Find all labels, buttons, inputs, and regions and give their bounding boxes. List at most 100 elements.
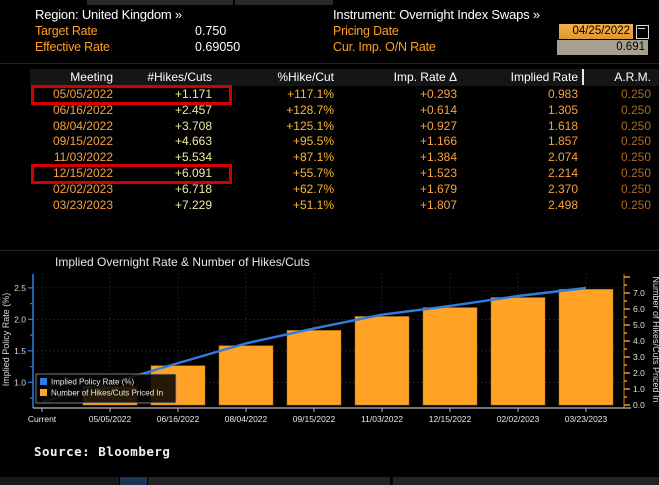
table-cell: +0.614 [347,103,457,117]
x-axis-tick-label: Current [28,414,57,424]
cur-imp-rate-input[interactable]: 0.691 [557,40,648,55]
column-header[interactable]: Imp. Rate Δ [347,70,457,84]
divider [0,250,659,251]
top-strip-segment [87,0,233,5]
legend-label-bar: Number of Hikes/Cuts Priced In [51,389,163,398]
chart-area: Implied Overnight Rate & Number of Hikes… [0,252,659,444]
table-cell: 0.250 [541,87,651,101]
table-row[interactable]: 09/15/2022+4.663+95.5%+1.1661.8570.250 [0,134,659,150]
right-axis-title: Number of Hikes/Cuts Priced In [651,276,659,402]
effective-rate-value: 0.69050 [195,40,240,54]
table-cell: +1.807 [347,198,457,212]
table-cell: 0.250 [541,134,651,148]
table-cell: +87.1% [224,150,334,164]
bottom-strip-accent [120,477,147,485]
table-cell: 0.250 [541,103,651,117]
column-separator [582,69,584,85]
left-axis-tick-label: 2.0 [14,314,26,324]
table-cell: +1.384 [347,150,457,164]
cur-imp-rate-label: Cur. Imp. O/N Rate [333,40,436,54]
table-cell: +3.708 [102,119,212,133]
calendar-icon[interactable] [636,25,649,39]
table-row[interactable]: 02/02/2023+6.718+62.7%+1.6792.3700.250 [0,182,659,198]
table-cell: 0.250 [541,166,651,180]
table-cell: +95.5% [224,134,334,148]
right-axis-tick-label: 6.0 [633,304,645,314]
table-cell: +6.718 [102,182,212,196]
target-rate-value: 0.750 [195,24,226,38]
table-cell: +1.679 [347,182,457,196]
target-rate-label: Target Rate [35,24,97,38]
divider [0,63,659,64]
x-axis-tick-label: 09/15/2022 [293,414,336,424]
table-cell: +62.7% [224,182,334,196]
x-axis-tick-label: 03/23/2023 [565,414,608,424]
table-cell: 09/15/2022 [3,134,113,148]
bottom-strip-segment [0,477,119,485]
bar-hikes-priced-in [423,308,477,405]
right-axis-tick-label: 1.0 [633,384,645,394]
table-cell: 0.250 [541,150,651,164]
column-header[interactable]: Meeting [3,70,113,84]
x-axis-tick-label: 12/15/2022 [429,414,472,424]
table-cell: +1.523 [347,166,457,180]
table-cell: +5.534 [102,150,212,164]
left-axis-title: Implied Policy Rate (%) [1,293,11,387]
table-row[interactable]: 06/16/2022+2.457+128.7%+0.6141.3050.250 [0,103,659,119]
table-cell: +7.229 [102,198,212,212]
table-cell: 06/16/2022 [3,103,113,117]
right-axis-tick-label: 7.0 [633,288,645,298]
right-axis-tick-label: 2.0 [633,368,645,378]
implied-rate-chart: Implied Overnight Rate & Number of Hikes… [0,252,659,444]
bar-hikes-priced-in [219,346,273,405]
table-row[interactable]: 08/04/2022+3.708+125.1%+0.9271.6180.250 [0,119,659,135]
x-axis-tick-label: 05/05/2022 [89,414,132,424]
left-axis-tick-label: 2.5 [14,283,26,293]
column-header[interactable]: A.R.M. [541,70,651,84]
table-row[interactable]: 03/23/2023+7.229+51.1%+1.8072.4980.250 [0,198,659,214]
wirp-screen: Region: United Kingdom » Target Rate 0.7… [0,0,659,485]
right-axis-tick-label: 4.0 [633,336,645,346]
table-cell: 08/04/2022 [3,119,113,133]
pricing-date-input[interactable]: 04/25/2022 [559,24,633,39]
pricing-date-label: Pricing Date [333,24,399,38]
region-link[interactable]: Region: United Kingdom » [35,7,182,22]
right-axis-tick-label: 0.0 [633,400,645,410]
bar-hikes-priced-in [491,298,545,405]
right-axis-tick-label: 3.0 [633,352,645,362]
red-highlight-box [31,164,232,184]
effective-rate-label: Effective Rate [35,40,110,54]
right-axis-tick-label: 5.0 [633,320,645,330]
bar-hikes-priced-in [355,316,409,405]
table-cell: 02/02/2023 [3,182,113,196]
table-cell: +0.293 [347,87,457,101]
top-strip-segment [235,0,333,5]
column-header[interactable]: #Hikes/Cuts [102,70,212,84]
table-cell: +55.7% [224,166,334,180]
left-axis-tick-label: 1.5 [14,346,26,356]
chart-title: Implied Overnight Rate & Number of Hikes… [55,255,310,269]
table-cell: 11/03/2022 [3,150,113,164]
table-cell: 0.250 [541,198,651,212]
bar-hikes-priced-in [559,289,613,405]
legend-label-line: Implied Policy Rate (%) [51,378,134,387]
column-header[interactable]: %Hike/Cut [224,70,334,84]
table-cell: +4.663 [102,134,212,148]
bar-hikes-priced-in [287,330,341,405]
x-axis-tick-label: 08/04/2022 [225,414,268,424]
table-cell: +128.7% [224,103,334,117]
table-cell: +2.457 [102,103,212,117]
table-cell: +1.166 [347,134,457,148]
red-highlight-box [31,85,232,105]
source-credit: Source: Bloomberg [34,444,170,459]
x-axis-tick-label: 06/16/2022 [157,414,200,424]
legend-swatch-bar [40,389,47,396]
table-cell: +117.1% [224,87,334,101]
table-cell: +0.927 [347,119,457,133]
left-axis-tick-label: 1.0 [14,377,26,387]
legend-swatch-line [40,378,47,385]
instrument-link[interactable]: Instrument: Overnight Index Swaps » [333,7,540,22]
x-axis-tick-label: 11/03/2022 [361,414,403,424]
bottom-strip-segment [148,477,390,485]
table-cell: +51.1% [224,198,334,212]
